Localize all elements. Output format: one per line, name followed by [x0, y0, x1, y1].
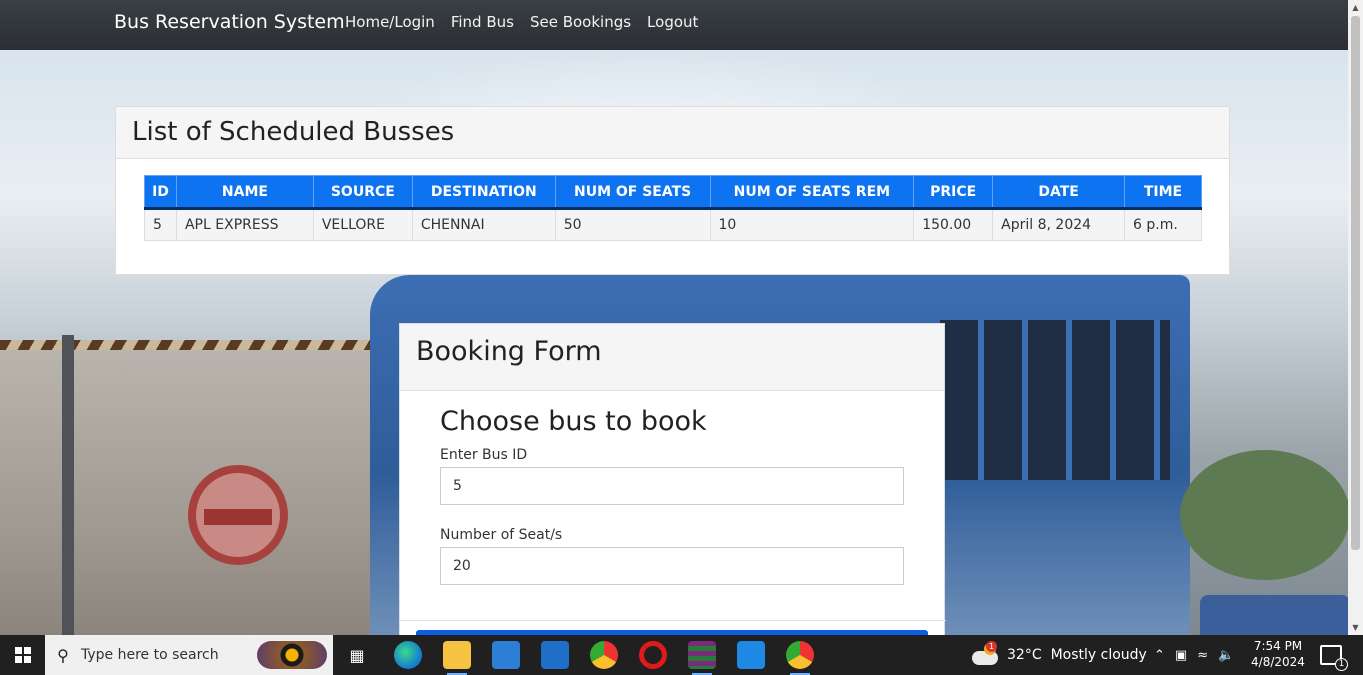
col-time: TIME — [1124, 175, 1202, 210]
form-divider — [400, 620, 946, 621]
cell-source: VELLORE — [312, 208, 413, 241]
col-price: PRICE — [913, 175, 994, 210]
nav-find-bus[interactable]: Find Bus — [451, 13, 514, 31]
search-icon: ⚲ — [57, 645, 69, 665]
cell-id: 5 — [144, 208, 177, 241]
col-id: ID — [144, 175, 177, 210]
nav-links: Home/Login Find Bus See Bookings Logout — [345, 13, 698, 31]
pole — [62, 335, 74, 635]
col-date: DATE — [992, 175, 1125, 210]
search-placeholder: Type here to search — [81, 647, 219, 663]
clock-date: 4/8/2024 — [1251, 655, 1305, 669]
notification-icon[interactable]: 1 — [1320, 645, 1348, 671]
edge-icon[interactable] — [394, 641, 422, 669]
chrome-icon[interactable] — [590, 641, 618, 669]
weather-temp: 32°C — [1007, 647, 1042, 663]
bus-windows — [940, 320, 1170, 480]
bus-id-value: 5 — [453, 478, 462, 494]
cell-name: APL EXPRESS — [175, 208, 314, 241]
system-tray: ⌃ ▣ ≈ 🔈 — [1154, 635, 1234, 675]
start-button[interactable] — [0, 635, 45, 675]
cell-destination: CHENNAI — [411, 208, 556, 241]
clock-time: 7:54 PM — [1253, 639, 1303, 653]
cell-date: April 8, 2024 — [992, 208, 1125, 241]
nav-logout[interactable]: Logout — [647, 13, 698, 31]
bus-list-title: List of Scheduled Busses — [116, 107, 1229, 159]
volume-icon[interactable]: 🔈 — [1218, 648, 1234, 663]
booking-subtitle: Choose bus to book — [440, 406, 707, 437]
col-source: SOURCE — [312, 175, 413, 210]
weather-badge: 1 — [986, 641, 997, 652]
scroll-up-arrow-icon[interactable]: ▲ — [1348, 0, 1363, 15]
seats-value: 20 — [453, 558, 471, 574]
bus-table: ID NAME SOURCE DESTINATION NUM OF SEATS … — [144, 175, 1202, 241]
mail-icon[interactable] — [541, 641, 569, 669]
bus-id-input[interactable]: 5 — [440, 467, 904, 505]
bus-id-label: Enter Bus ID — [440, 447, 528, 463]
weather-cloud-icon: 1 — [972, 641, 1000, 665]
col-num-seats-rem: NUM OF SEATS REM — [709, 175, 915, 210]
col-destination: DESTINATION — [411, 175, 556, 210]
cell-time: 6 p.m. — [1124, 208, 1202, 241]
chrome-active-icon[interactable] — [786, 641, 814, 675]
winrar-icon[interactable] — [688, 641, 716, 675]
navbar: Bus Reservation System Home/Login Find B… — [0, 0, 1348, 50]
scroll-thumb[interactable] — [1351, 16, 1360, 550]
vscode-icon[interactable] — [737, 641, 765, 669]
cell-price: 150.00 — [913, 208, 994, 241]
brand[interactable]: Bus Reservation System — [114, 11, 345, 33]
nav-home-login[interactable]: Home/Login — [345, 13, 435, 31]
meet-now-icon[interactable]: ▣ — [1175, 648, 1187, 663]
opera-icon[interactable] — [639, 641, 667, 669]
table-header-row: ID NAME SOURCE DESTINATION NUM OF SEATS … — [144, 175, 1202, 210]
booking-form-title: Booking Form — [400, 324, 944, 391]
clock[interactable]: 7:54 PM 4/8/2024 — [1250, 638, 1306, 670]
cell-num-seats: 50 — [554, 208, 711, 241]
wifi-icon[interactable]: ≈ — [1197, 648, 1208, 663]
windows-logo-icon — [14, 647, 31, 663]
store-icon[interactable] — [492, 641, 520, 669]
chevron-up-icon[interactable]: ⌃ — [1154, 648, 1165, 663]
scroll-down-arrow-icon[interactable]: ▼ — [1348, 620, 1363, 635]
taskbar: ⚲ Type here to search ▦ 1 32°C Mostly cl… — [0, 635, 1363, 675]
bus-list-panel: List of Scheduled Busses ID NAME SOURCE … — [115, 106, 1230, 275]
car — [1200, 595, 1348, 635]
booking-form: Choose bus to book Enter Bus ID 5 Number… — [440, 406, 906, 607]
search-highlight-icon — [257, 641, 327, 669]
railway-emblem — [188, 465, 288, 565]
weather-widget[interactable]: 1 32°C Mostly cloudy — [972, 635, 1147, 675]
col-name: NAME — [175, 175, 314, 210]
task-view-icon[interactable]: ▦ — [343, 641, 371, 669]
taskbar-search[interactable]: ⚲ Type here to search — [45, 635, 333, 675]
page-scrollbar[interactable]: ▲ ▼ — [1348, 0, 1363, 635]
seats-label: Number of Seat/s — [440, 527, 563, 543]
file-explorer-icon[interactable] — [443, 641, 471, 675]
cell-num-seats-rem: 10 — [709, 208, 915, 241]
col-num-seats: NUM OF SEATS — [554, 175, 711, 210]
nav-see-bookings[interactable]: See Bookings — [530, 13, 631, 31]
seats-input[interactable]: 20 — [440, 547, 904, 585]
table-row: 5 APL EXPRESS VELLORE CHENNAI 50 10 150.… — [144, 208, 1202, 241]
booking-form-panel: Booking Form Choose bus to book Enter Bu… — [399, 323, 946, 644]
notification-count: 1 — [1335, 658, 1348, 671]
tree — [1180, 450, 1348, 580]
weather-text: Mostly cloudy — [1050, 647, 1147, 663]
